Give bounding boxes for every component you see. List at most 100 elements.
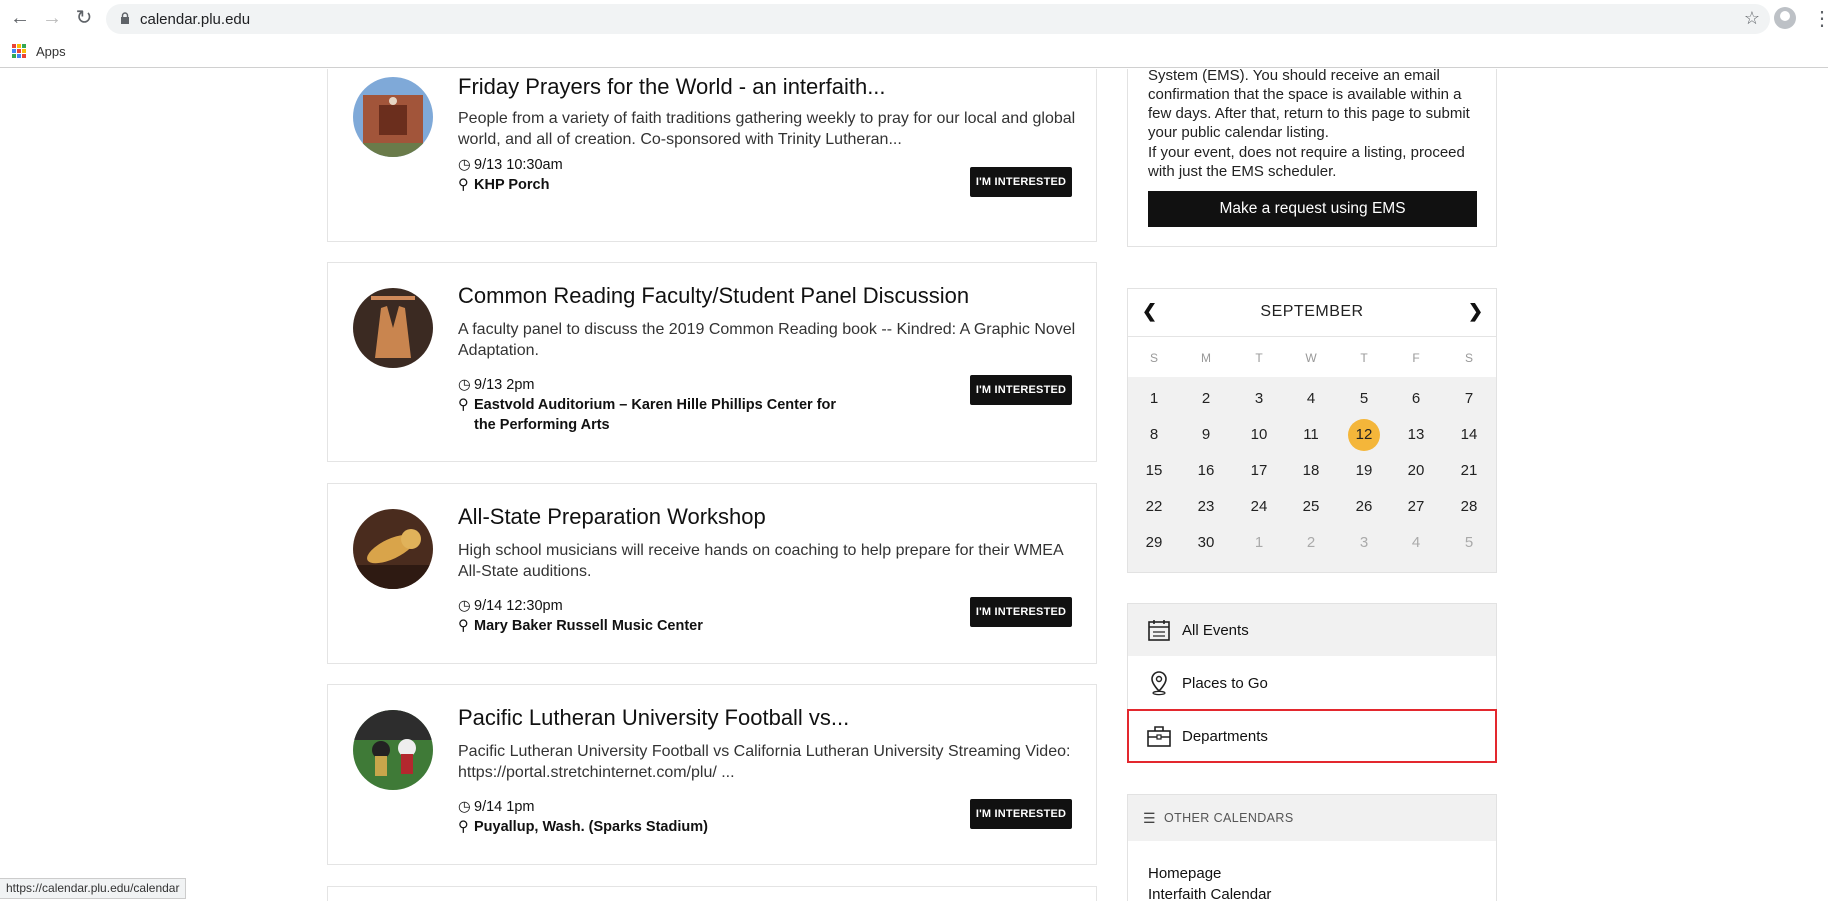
event-title[interactable]: All-State Preparation Workshop	[458, 504, 766, 530]
calendar-day[interactable]: 18	[1293, 456, 1329, 486]
weekday-label: S	[1149, 351, 1158, 365]
apps-icon[interactable]	[12, 44, 26, 58]
calendar-day[interactable]: 3	[1241, 384, 1277, 414]
calendar-day[interactable]: 17	[1241, 456, 1277, 486]
event-image[interactable]	[353, 77, 433, 157]
calendar-day-today[interactable]: 12	[1348, 419, 1380, 451]
apps-label[interactable]: Apps	[36, 44, 66, 59]
nav-places-label: Places to Go	[1182, 674, 1268, 692]
weekday-label: T	[1255, 351, 1263, 365]
calendar-day[interactable]: 28	[1451, 492, 1487, 522]
list-icon: ☰	[1143, 809, 1156, 826]
event-title[interactable]: Friday Prayers for the World - an interf…	[458, 74, 886, 100]
clock-icon: ◷	[458, 377, 471, 393]
forward-icon[interactable]: →	[40, 6, 64, 30]
interested-button[interactable]: I'M INTERESTED	[970, 167, 1072, 197]
calendar-month: SEPTEMBER	[1260, 303, 1364, 320]
calendar-day[interactable]: 24	[1241, 492, 1277, 522]
ems-request-button[interactable]: Make a request using EMS	[1148, 191, 1477, 227]
event-meta: ◷ 9/14 1pm ⚲ Puyallup, Wash. (Sparks Stadi…	[458, 797, 708, 837]
ems-info-box: System (EMS). You should receive an emai…	[1127, 69, 1497, 247]
interested-button[interactable]: I'M INTERESTED	[970, 375, 1072, 405]
calendar-day[interactable]: 19	[1346, 456, 1382, 486]
calendar-day[interactable]: 1	[1136, 384, 1172, 414]
event-title[interactable]: Common Reading Faculty/Student Panel Dis…	[458, 283, 969, 309]
calendar-day[interactable]: 6	[1398, 384, 1434, 414]
event-image[interactable]	[353, 509, 433, 589]
mini-calendar: ❮ SEPTEMBER ❯ SMTWTFS 1 2 3 4 5 6 7 8 9 10 11 12 13 1…	[1127, 288, 1497, 573]
back-icon[interactable]: ←	[8, 6, 32, 30]
chevron-right-icon[interactable]: ❯	[1468, 301, 1483, 322]
calendar-day[interactable]: 2	[1293, 528, 1329, 558]
calendar-day[interactable]: 3	[1346, 528, 1382, 558]
event-meta: ◷ 9/14 12:30pm ⚲ Mary Baker Russell Music …	[458, 596, 703, 636]
calendar-day[interactable]: 8	[1136, 420, 1172, 450]
other-calendars: ☰ OTHER CALENDARS Homepage Interfaith Ca…	[1127, 794, 1497, 901]
menu-icon[interactable]: ⋮	[1812, 6, 1828, 31]
interested-button[interactable]: I'M INTERESTED	[970, 597, 1072, 627]
calendar-day[interactable]: 7	[1451, 384, 1487, 414]
map-pin-icon: ⚲	[458, 397, 469, 413]
event-description: People from a variety of faith tradition…	[458, 110, 1076, 148]
event-meta: ◷ 9/13 2pm ⚲ Eastvold Auditorium – Karen H…	[458, 375, 838, 435]
event-description: Pacific Lutheran University Football vs …	[458, 743, 1071, 781]
event-image[interactable]	[353, 710, 433, 790]
calendar-day[interactable]: 30	[1188, 528, 1224, 558]
event-description: A faculty panel to discuss the 2019 Comm…	[458, 321, 1076, 359]
calendar-day[interactable]: 16	[1188, 456, 1224, 486]
interested-button[interactable]: I'M INTERESTED	[970, 799, 1072, 829]
event-location: Eastvold Auditorium – Karen Hille Philli…	[474, 397, 837, 433]
nav-all-events[interactable]: All Events	[1128, 604, 1496, 656]
event-title[interactable]: Pacific Lutheran University Football vs.…	[458, 705, 849, 731]
calendar-day[interactable]: 5	[1451, 528, 1487, 558]
other-calendar-link[interactable]: Homepage	[1148, 865, 1221, 882]
calendar-day[interactable]: 26	[1346, 492, 1382, 522]
bookmarks-bar: Apps	[12, 42, 66, 60]
calendar-day[interactable]: 4	[1293, 384, 1329, 414]
calendar-icon	[1146, 617, 1172, 643]
event-image[interactable]	[353, 288, 433, 368]
ems-description: System (EMS). You should receive an emai…	[1148, 69, 1470, 141]
other-calendar-link[interactable]: Interfaith Calendar	[1148, 886, 1271, 901]
calendar-day[interactable]: 25	[1293, 492, 1329, 522]
calendar-day[interactable]: 27	[1398, 492, 1434, 522]
nav-places-to-go[interactable]: Places to Go	[1128, 657, 1496, 709]
calendar-day[interactable]: 22	[1136, 492, 1172, 522]
address-url: calendar.plu.edu	[140, 11, 251, 28]
calendar-day[interactable]: 29	[1136, 528, 1172, 558]
event-card: All-State Preparation Workshop High scho…	[327, 483, 1097, 664]
event-card: Friday Prayers for the World - an interf…	[327, 69, 1097, 242]
calendar-header: ❮ SEPTEMBER ❯	[1128, 289, 1496, 337]
calendar-day[interactable]: 15	[1136, 456, 1172, 486]
highlight-box	[1127, 709, 1497, 763]
browser-chrome: ← → ↻ calendar.plu.edu ☆ ⋮ Apps	[0, 0, 1828, 68]
calendar-day[interactable]: 20	[1398, 456, 1434, 486]
map-pin-icon: ⚲	[458, 618, 469, 634]
clock-icon: ◷	[458, 157, 471, 173]
event-time: 9/14 12:30pm	[474, 598, 563, 614]
address-bar[interactable]: calendar.plu.edu ☆	[106, 4, 1770, 34]
calendar-day[interactable]: 5	[1346, 384, 1382, 414]
calendar-day[interactable]: 1	[1241, 528, 1277, 558]
profile-avatar[interactable]	[1774, 7, 1796, 29]
calendar-day[interactable]: 13	[1398, 420, 1434, 450]
calendar-day[interactable]: 4	[1398, 528, 1434, 558]
weekday-label: W	[1305, 351, 1317, 365]
event-time: 9/14 1pm	[474, 799, 535, 815]
calendar-day[interactable]: 9	[1188, 420, 1224, 450]
calendar-day[interactable]: 10	[1241, 420, 1277, 450]
calendar-day[interactable]: 14	[1451, 420, 1487, 450]
calendar-day[interactable]: 11	[1293, 420, 1329, 450]
weekday-label: M	[1201, 351, 1211, 365]
event-location: KHP Porch	[474, 177, 550, 193]
reload-icon[interactable]: ↻	[72, 6, 96, 30]
bookmark-star-icon[interactable]: ☆	[1744, 8, 1760, 29]
calendar-day[interactable]: 2	[1188, 384, 1224, 414]
calendar-day[interactable]: 21	[1451, 456, 1487, 486]
other-calendars-header: ☰ OTHER CALENDARS	[1128, 795, 1496, 841]
clock-icon: ◷	[458, 598, 471, 614]
status-url: https://calendar.plu.edu/calendar	[0, 878, 187, 899]
weekday-label: S	[1464, 351, 1473, 365]
weekday-label: F	[1412, 351, 1420, 365]
calendar-day[interactable]: 23	[1188, 492, 1224, 522]
